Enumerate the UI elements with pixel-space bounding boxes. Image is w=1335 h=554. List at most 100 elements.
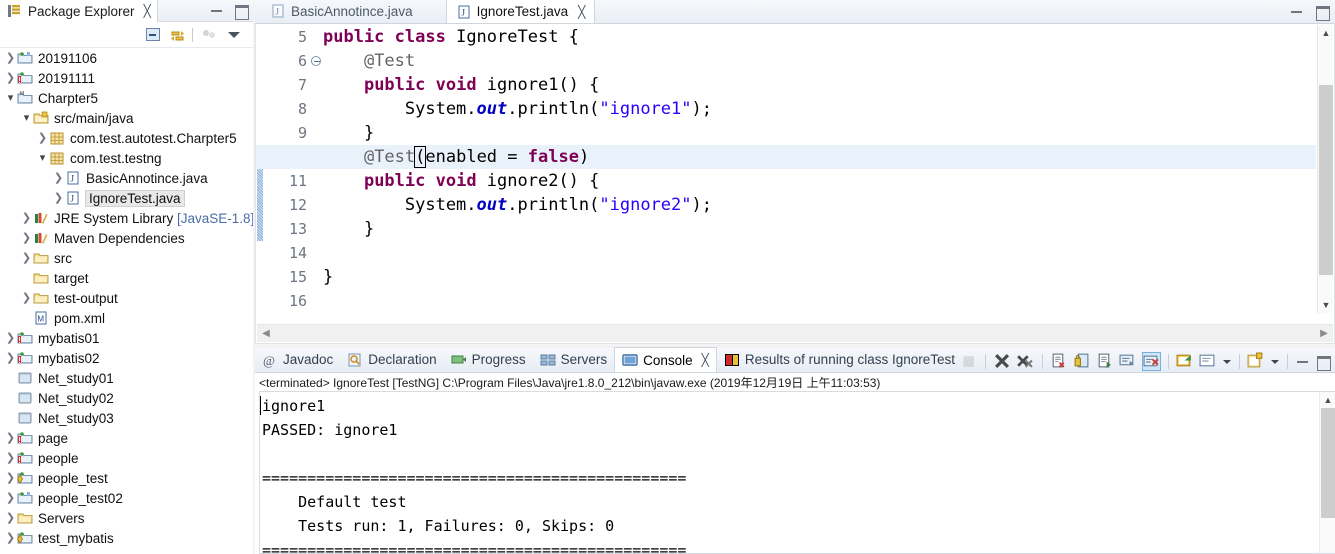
minimize-button[interactable] — [209, 3, 225, 17]
pin-console-icon[interactable] — [1142, 351, 1161, 371]
tree-item-net-study01[interactable]: Net_study01 — [0, 368, 253, 388]
close-icon[interactable]: ╳ — [578, 5, 585, 19]
chevron-right-icon[interactable]: ❯ — [4, 72, 17, 84]
console-tab-console[interactable]: Console ╳ — [614, 347, 717, 372]
close-icon[interactable]: ╳ — [702, 353, 709, 367]
chevron-right-icon[interactable]: ❯ — [4, 332, 17, 344]
tree-item-people-test[interactable]: ❯ people_test — [0, 468, 253, 488]
scroll-left-icon[interactable]: ◀ — [257, 325, 275, 342]
console-output-text[interactable]: ignore1 PASSED: ignore1 =================… — [260, 394, 1317, 553]
tree-item-basicannotince-java[interactable]: ❯ J BasicAnnotince.java — [0, 168, 253, 188]
tree-item-com-test-testng[interactable]: ▾ com.test.testng — [0, 148, 253, 168]
console-tab-results-of-running-class-ignoretest[interactable]: Results of running class IgnoreTest — [717, 347, 962, 372]
code-line[interactable]: } — [323, 121, 1316, 145]
package-explorer-tab[interactable]: Package Explorer ╳ — [0, 0, 158, 22]
close-icon[interactable]: ╳ — [144, 4, 151, 18]
code-line[interactable]: System.out.println("ignore1"); — [323, 97, 1316, 121]
maximize-button[interactable] — [1315, 354, 1331, 371]
scroll-down-icon[interactable]: ▼ — [1318, 297, 1334, 313]
tree-item-20191111[interactable]: ❯ 20191111 — [0, 68, 253, 88]
chevron-right-icon[interactable]: ❯ — [4, 472, 17, 484]
code-line[interactable]: public class IgnoreTest { — [323, 25, 1316, 49]
code-line[interactable]: public void ignore1() { — [323, 73, 1316, 97]
fold-collapse-icon[interactable] — [311, 56, 321, 66]
tree-item-net-study02[interactable]: Net_study02 — [0, 388, 253, 408]
chevron-right-icon[interactable]: ❯ — [36, 132, 49, 144]
chevron-right-icon[interactable]: ❯ — [20, 252, 33, 264]
editor-tab-ignoretest-java[interactable]: J IgnoreTest.java ╳ — [445, 0, 596, 23]
code-line[interactable]: public void ignore2() { — [323, 169, 1316, 193]
tree-item-src-main-java[interactable]: ▾ src/main/java — [0, 108, 253, 128]
editor-horizontal-scrollbar[interactable]: ◀ ▶ — [257, 324, 1333, 342]
tree-item-servers[interactable]: ❯ Servers — [0, 508, 253, 528]
chevron-right-icon[interactable]: ❯ — [20, 212, 33, 224]
chevron-right-icon[interactable]: ❯ — [4, 532, 17, 544]
scroll-thumb[interactable] — [1319, 85, 1333, 275]
chevron-right-icon[interactable]: ❯ — [4, 52, 17, 64]
chevron-right-icon[interactable]: ❯ — [20, 232, 33, 244]
scroll-right-icon[interactable]: ▶ — [1315, 325, 1333, 342]
tree-item-mybatis02[interactable]: ❯ mybatis02 — [0, 348, 253, 368]
remove-launch-icon[interactable] — [993, 352, 1012, 371]
tree-item-charpter5[interactable]: ▾ M Charpter5 — [0, 88, 253, 108]
display-selected-console-dropdown-icon[interactable] — [1222, 352, 1232, 370]
minimize-button[interactable] — [1289, 4, 1305, 18]
remove-all-terminated-icon[interactable] — [1016, 352, 1035, 371]
scroll-up-icon[interactable]: ▲ — [1318, 25, 1334, 41]
tree-item-pom-xml[interactable]: Mpom.xml — [0, 308, 253, 328]
minimize-button[interactable] — [1295, 354, 1311, 368]
scroll-thumb[interactable] — [1321, 408, 1335, 518]
chevron-down-icon[interactable]: ▾ — [20, 112, 33, 124]
chevron-right-icon[interactable]: ❯ — [52, 172, 65, 184]
code-editor[interactable]: 5678910111213141516 public class IgnoreT… — [255, 24, 1335, 344]
chevron-right-icon[interactable]: ❯ — [4, 492, 17, 504]
tree-item-net-study03[interactable]: Net_study03 — [0, 408, 253, 428]
tree-item-mybatis01[interactable]: ❯ mybatis01 — [0, 328, 253, 348]
scroll-up-icon[interactable]: ▲ — [1320, 392, 1335, 408]
chevron-down-icon[interactable]: ▾ — [4, 92, 17, 104]
code-line[interactable]: @Test(enabled = false) — [256, 145, 1316, 169]
code-line[interactable]: @Test — [323, 49, 1316, 73]
tree-item-target[interactable]: target — [0, 268, 253, 288]
tree-item-src[interactable]: ❯ src — [0, 248, 253, 268]
chevron-right-icon[interactable]: ❯ — [20, 292, 33, 304]
tree-item-com-test-autotest-charpter5[interactable]: ❯ com.test.autotest.Charpter5 — [0, 128, 253, 148]
code-line[interactable] — [323, 241, 1316, 265]
code-line[interactable] — [323, 289, 1316, 313]
open-console-icon[interactable] — [1176, 352, 1195, 371]
collapse-all-icon[interactable] — [144, 26, 162, 44]
chevron-right-icon[interactable]: ❯ — [4, 432, 17, 444]
maximize-button[interactable] — [1314, 4, 1330, 21]
package-explorer-tree[interactable]: ❯ 20191106 ❯ 20191111 ▾ M Charpter5 ▾ src/main/j… — [0, 48, 253, 554]
tree-item-test-mybatis[interactable]: ❯ test_mybatis — [0, 528, 253, 548]
code-line[interactable]: } — [323, 217, 1316, 241]
chevron-right-icon[interactable]: ❯ — [4, 452, 17, 464]
maximize-button[interactable] — [233, 3, 249, 20]
code-text[interactable]: public class IgnoreTest { @Test public v… — [256, 25, 1316, 313]
console-output-area[interactable]: ignore1 PASSED: ignore1 =================… — [259, 391, 1335, 554]
new-console-view-icon[interactable] — [1247, 352, 1266, 371]
console-vertical-scrollbar[interactable]: ▲ — [1319, 392, 1335, 553]
link-with-editor-icon[interactable] — [169, 28, 185, 42]
view-menu-icon[interactable] — [225, 26, 243, 44]
word-wrap-icon[interactable] — [1119, 352, 1138, 371]
chevron-right-icon[interactable]: ❯ — [52, 192, 65, 204]
tree-item-ignoretest-java[interactable]: ❯ J IgnoreTest.java — [0, 188, 253, 208]
tree-item-20191106[interactable]: ❯ 20191106 — [0, 48, 253, 68]
editor-vertical-scrollbar[interactable]: ▲ ▼ — [1317, 25, 1333, 313]
focus-on-active-task-icon[interactable] — [200, 26, 218, 44]
clear-console-icon[interactable] — [1050, 352, 1069, 371]
show-console-on-output-icon[interactable] — [1096, 352, 1115, 371]
tree-item-people[interactable]: ❯ people — [0, 448, 253, 468]
new-console-dropdown-icon[interactable] — [1270, 352, 1280, 370]
code-line[interactable]: System.out.println("ignore2"); — [323, 193, 1316, 217]
console-tab-progress[interactable]: Progress — [444, 347, 533, 372]
console-tab-javadoc[interactable]: @ Javadoc — [255, 347, 340, 372]
scroll-lock-icon[interactable] — [1073, 352, 1092, 371]
editor-tab-basicannotince-java[interactable]: J BasicAnnotince.java — [261, 0, 422, 23]
chevron-right-icon[interactable]: ❯ — [4, 352, 17, 364]
console-tab-declaration[interactable]: Declaration — [340, 347, 443, 372]
code-line[interactable]: } — [323, 265, 1316, 289]
tree-item-people-test02[interactable]: ❯ people_test02 — [0, 488, 253, 508]
tree-item-page[interactable]: ❯ page — [0, 428, 253, 448]
